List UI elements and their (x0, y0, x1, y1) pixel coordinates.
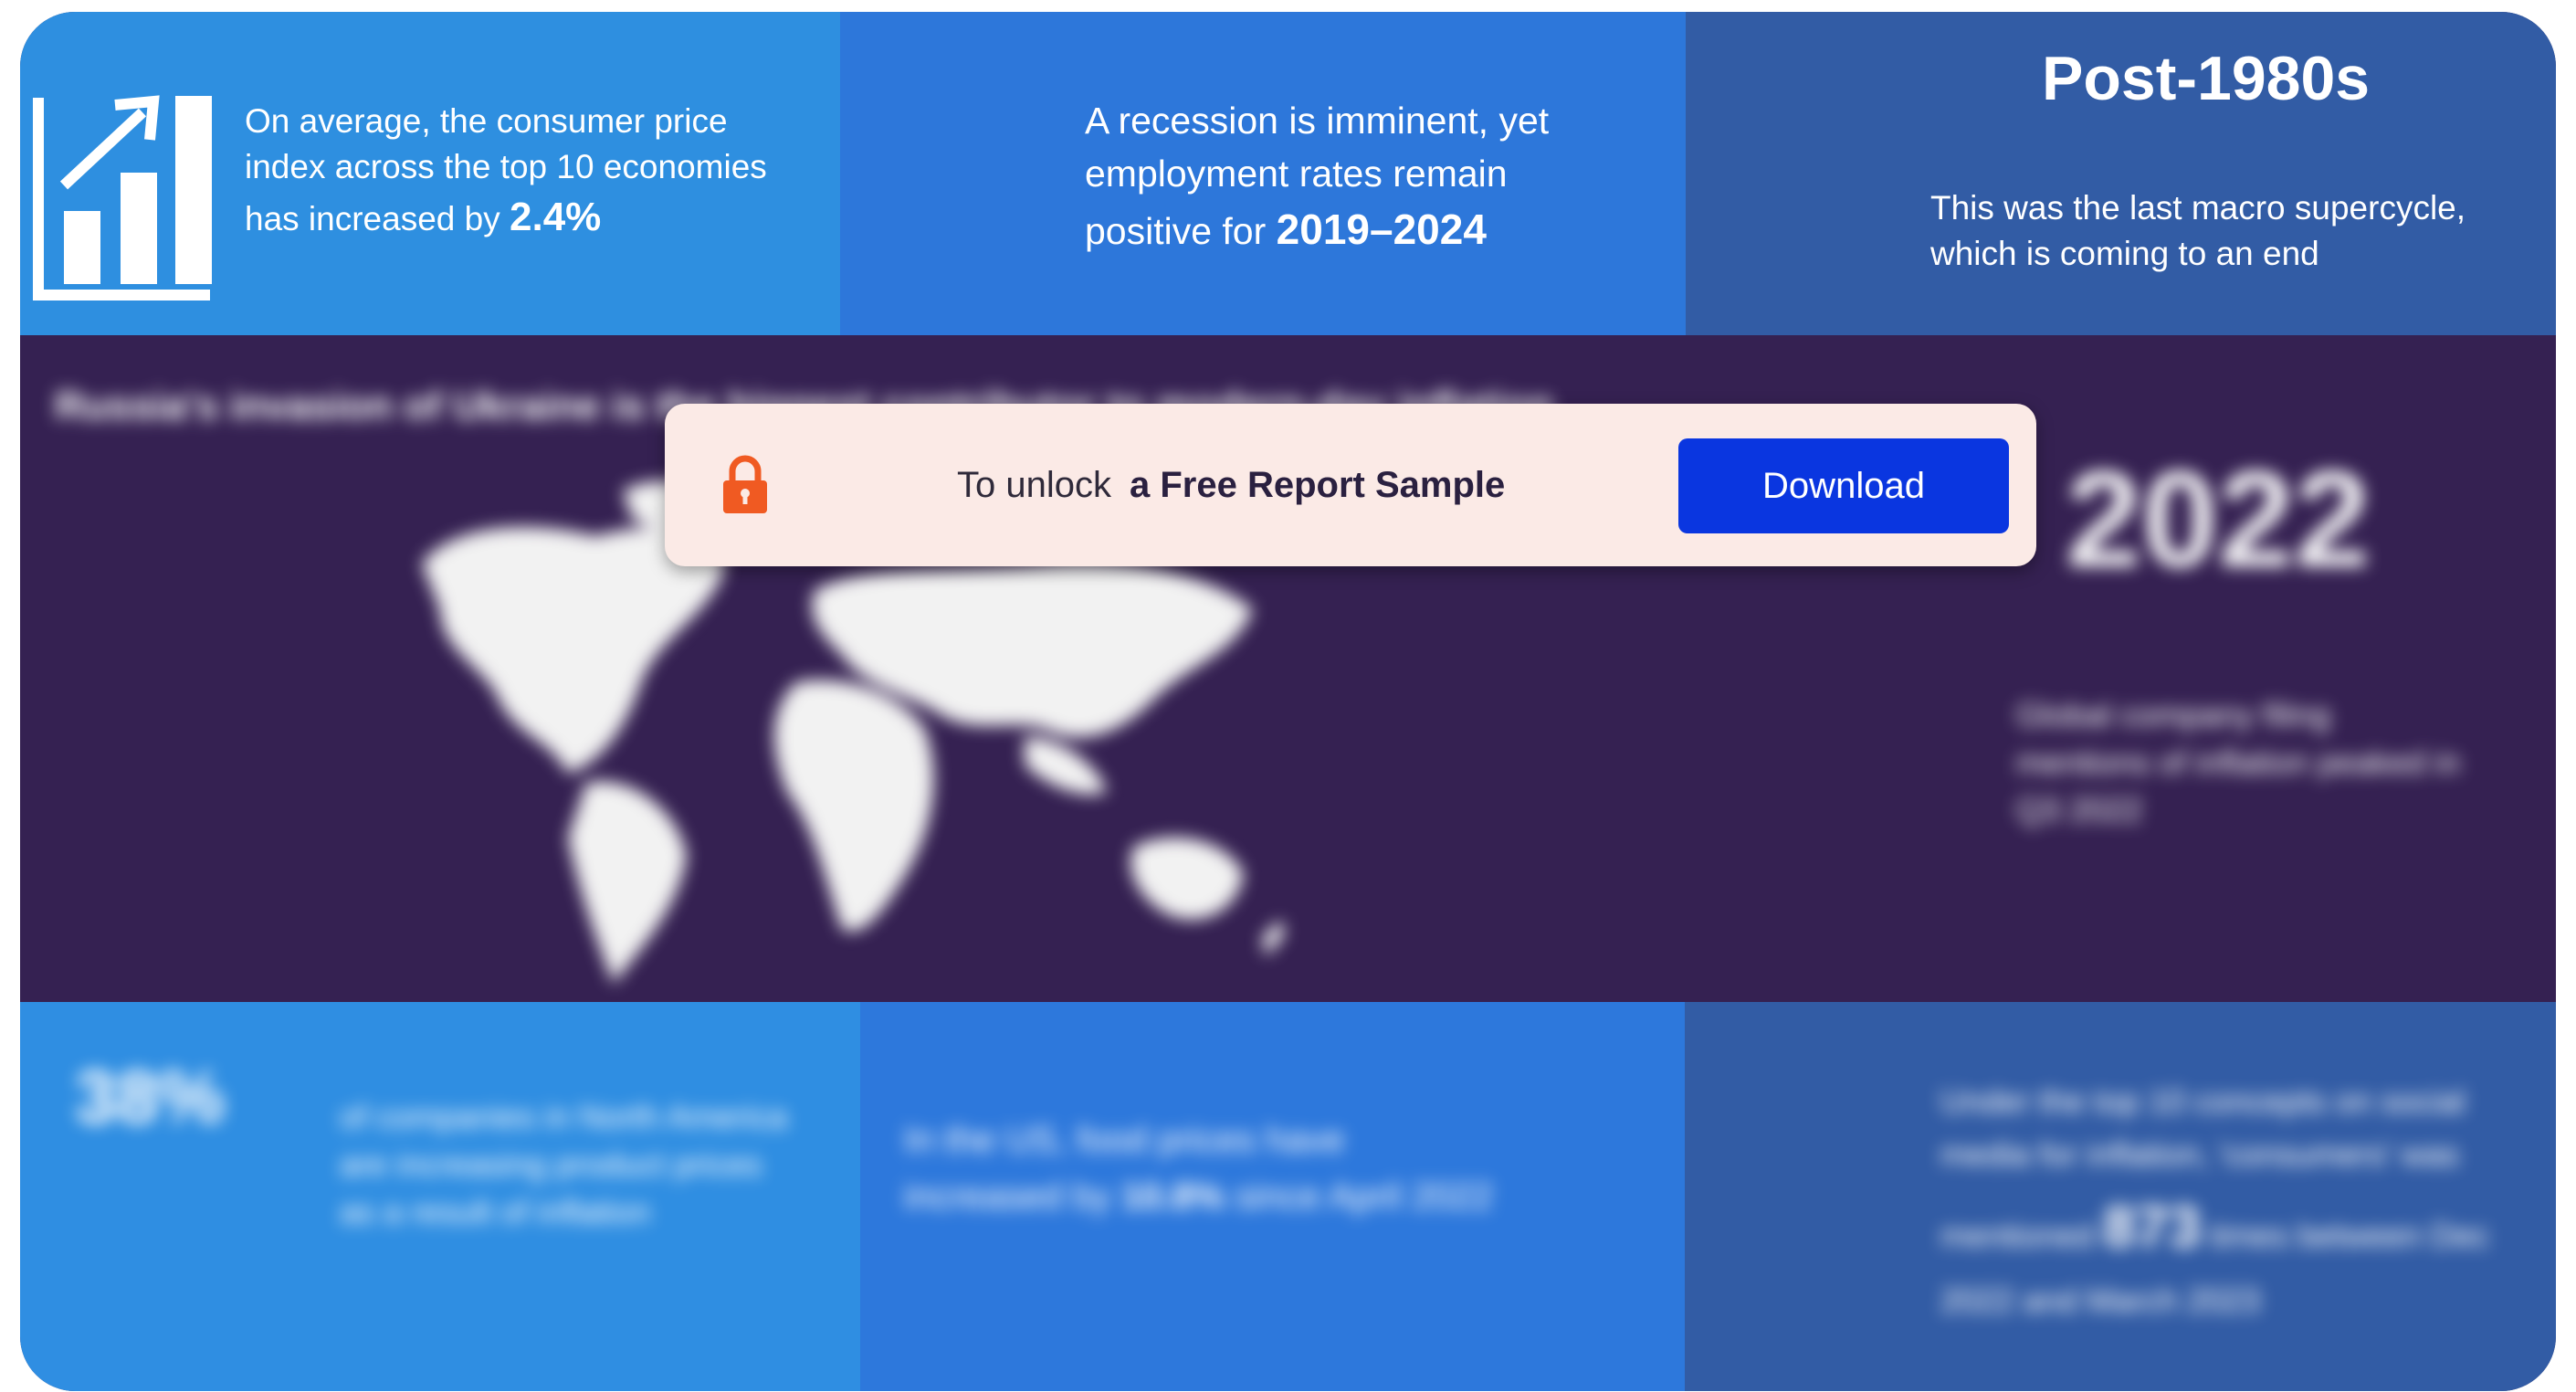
pricing-text: of companies in North America are increa… (340, 1098, 788, 1231)
supercycle-title: Post-1980s (2042, 44, 2371, 113)
cpi-value: 2.4% (510, 194, 602, 239)
inflation-note: Global company filing mentions of inflat… (2016, 696, 2461, 829)
social-media-text: Under the top 10 concepts on social medi… (1940, 1075, 2543, 1326)
unlock-prefix: To unlock (957, 464, 1111, 505)
pricing-tile: 38% of companies in North America are in… (20, 1002, 860, 1391)
bar-chart-growth-icon (33, 95, 212, 301)
cpi-description: On average, the consumer price index acr… (245, 102, 767, 237)
supercycle-text: This was the last macro supercycle, whic… (1930, 189, 2466, 272)
social-media-value: 873 (2103, 1194, 2201, 1260)
cpi-text: On average, the consumer price index acr… (245, 99, 811, 244)
download-button-label: Download (1762, 465, 1925, 506)
food-prices-period: since April 2022 (1235, 1176, 1493, 1217)
food-prices-tile: In the US, food prices have increased by… (860, 1002, 1685, 1391)
food-prices-text: In the US, food prices have increased by… (904, 1112, 1498, 1225)
social-media-tile: Under the top 10 concepts on social medi… (1685, 1002, 2556, 1391)
inflation-year: 2022 (2066, 442, 2371, 596)
recession-text: A recession is imminent, yet employment … (1085, 94, 1633, 260)
infographic-card: On average, the consumer price index acr… (20, 12, 2556, 1391)
supercycle-tile: Post-1980s This was the last macro super… (1686, 12, 2556, 335)
unlock-banner: To unlock a Free Report Sample Download (665, 404, 2036, 566)
cpi-tile: On average, the consumer price index acr… (20, 12, 840, 335)
recession-tile: A recession is imminent, yet employment … (840, 12, 1686, 335)
download-button[interactable]: Download (1678, 438, 2009, 533)
unlock-message: To unlock a Free Report Sample (957, 404, 1505, 566)
pricing-value: 38% (75, 1056, 226, 1139)
food-prices-value: 10.8% (1120, 1176, 1225, 1217)
lock-icon (723, 455, 767, 513)
recession-years: 2019–2024 (1276, 206, 1487, 254)
unlock-offer: a Free Report Sample (1129, 464, 1506, 505)
